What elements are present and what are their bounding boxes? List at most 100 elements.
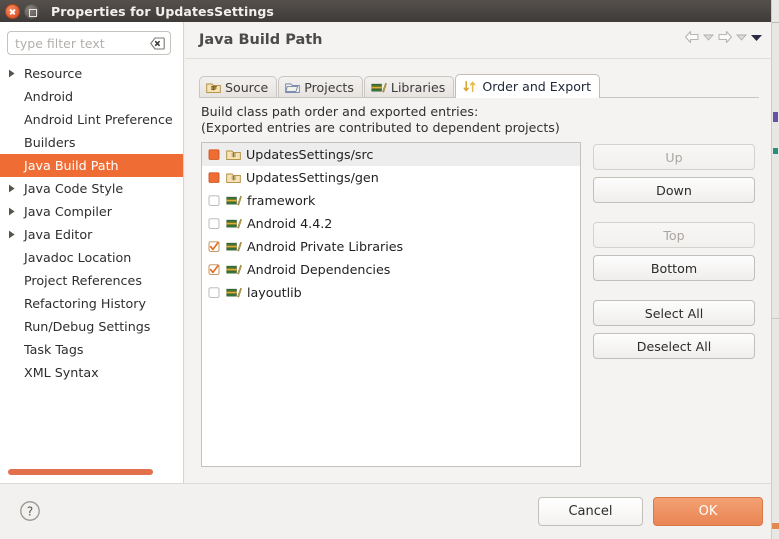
search-input[interactable]: type filter text (7, 31, 171, 55)
sidebar-item-label: XML Syntax (24, 365, 99, 380)
tab-projects[interactable]: Projects (278, 76, 363, 98)
forward-arrow-icon[interactable] (717, 30, 733, 44)
back-menu-chevron-down-icon[interactable] (702, 33, 715, 41)
dialog-actions: Cancel OK (538, 497, 763, 526)
order-buttons: Up Down Top Bottom Select All Deselect A… (593, 144, 755, 359)
checkbox-filled[interactable] (208, 171, 221, 184)
sidebar-item-label: Javadoc Location (24, 250, 132, 265)
sidebar-item-javadoc-location[interactable]: Javadoc Location (0, 246, 183, 269)
tab-source[interactable]: Source (199, 76, 278, 98)
close-icon[interactable] (5, 3, 20, 19)
checkbox-unchecked[interactable] (208, 194, 221, 207)
list-item[interactable]: UpdatesSettings/src (202, 143, 580, 166)
tab-order-and-export[interactable]: Order and Export (455, 74, 601, 98)
cancel-button[interactable]: Cancel (538, 497, 643, 526)
properties-dialog: Properties for UpdatesSettings type filt… (0, 0, 779, 539)
list-item-label: UpdatesSettings/src (246, 147, 374, 162)
sidebar-item-label: Java Editor (24, 227, 93, 242)
maximize-icon[interactable] (24, 3, 39, 19)
sidebar-item-label: Refactoring History (24, 296, 147, 311)
library-icon (226, 286, 242, 299)
top-button[interactable]: Top (593, 222, 755, 248)
expand-arrow-icon[interactable] (8, 230, 22, 239)
ok-button[interactable]: OK (653, 497, 763, 526)
checkbox-unchecked[interactable] (208, 286, 221, 299)
page-menu-chevron-down-icon[interactable] (750, 33, 763, 42)
expand-arrow-icon[interactable] (8, 207, 22, 216)
sidebar-item-java-compiler[interactable]: Java Compiler (0, 200, 183, 223)
sidebar-item-builders[interactable]: Builders (0, 131, 183, 154)
header-divider (185, 58, 771, 59)
sidebar-item-label: Android (24, 89, 74, 104)
build-path-description: Build class path order and exported entr… (201, 104, 560, 136)
description-line-1: Build class path order and exported entr… (201, 104, 479, 119)
help-icon[interactable]: ? (19, 500, 41, 522)
filter-input-wrap[interactable]: type filter text (7, 31, 171, 55)
sidebar-item-resource[interactable]: Resource (0, 62, 183, 85)
deselect-all-button[interactable]: Deselect All (593, 333, 755, 359)
checkbox-filled[interactable] (208, 148, 221, 161)
sidebar-item-java-code-style[interactable]: Java Code Style (0, 177, 183, 200)
order-export-icon (462, 80, 478, 93)
sidebar-item-java-build-path[interactable]: Java Build Path (0, 154, 183, 177)
sidebar-item-label: Task Tags (24, 342, 84, 357)
checkbox-checked[interactable] (208, 263, 221, 276)
sidebar-item-android-lint-preference[interactable]: Android Lint Preference (0, 108, 183, 131)
tab-libraries[interactable]: Libraries (363, 76, 455, 98)
settings-sidebar: type filter text Resource Android Androi… (0, 22, 184, 483)
clear-icon[interactable] (150, 36, 165, 50)
sidebar-item-project-references[interactable]: Project References (0, 269, 183, 292)
svg-text:?: ? (27, 504, 33, 518)
build-path-tabs: Source Projects Libraries Order and Expo… (199, 74, 759, 98)
page-header: Java Build Path (185, 22, 771, 58)
library-icon (226, 217, 242, 230)
sidebar-item-run-debug-settings[interactable]: Run/Debug Settings (0, 315, 183, 338)
bottom-button[interactable]: Bottom (593, 255, 755, 281)
tab-label: Source (225, 80, 269, 95)
sidebar-item-label: Java Compiler (24, 204, 112, 219)
title-bar: Properties for UpdatesSettings (0, 0, 771, 22)
page-title: Java Build Path (199, 32, 323, 48)
sidebar-item-label: Project References (24, 273, 142, 288)
settings-tree: Resource Android Android Lint Preference… (0, 62, 183, 467)
sidebar-hscrollbar-track[interactable] (0, 469, 184, 479)
sidebar-hscrollbar-thumb[interactable] (8, 469, 153, 475)
source-folder-icon (226, 171, 241, 184)
up-button[interactable]: Up (593, 144, 755, 170)
list-item-label: layoutlib (247, 285, 302, 300)
library-icon (226, 240, 242, 253)
list-item[interactable]: UpdatesSettings/gen (202, 166, 580, 189)
forward-menu-chevron-down-icon[interactable] (735, 33, 748, 41)
down-button[interactable]: Down (593, 177, 755, 203)
window-title: Properties for UpdatesSettings (51, 3, 274, 19)
expand-arrow-icon[interactable] (8, 184, 22, 193)
page-content: Java Build Path Source Projects Librarie… (185, 22, 771, 483)
back-arrow-icon[interactable] (684, 30, 700, 44)
list-item[interactable]: layoutlib (202, 281, 580, 304)
list-item[interactable]: Android Dependencies (202, 258, 580, 281)
expand-arrow-icon[interactable] (8, 69, 22, 78)
sidebar-item-task-tags[interactable]: Task Tags (0, 338, 183, 361)
sidebar-item-java-editor[interactable]: Java Editor (0, 223, 183, 246)
sidebar-item-android[interactable]: Android (0, 85, 183, 108)
source-folder-icon (206, 81, 221, 94)
sidebar-item-label: Resource (24, 66, 83, 81)
list-item[interactable]: framework (202, 189, 580, 212)
sidebar-item-label: Run/Debug Settings (24, 319, 151, 334)
sidebar-item-xml-syntax[interactable]: XML Syntax (0, 361, 183, 384)
list-item-label: Android Private Libraries (247, 239, 404, 254)
source-folder-icon (226, 148, 241, 161)
tab-label: Order and Export (482, 79, 592, 94)
page-navigation (684, 30, 763, 44)
list-item-label: UpdatesSettings/gen (246, 170, 379, 185)
search-placeholder: type filter text (15, 35, 105, 51)
checkbox-unchecked[interactable] (208, 217, 221, 230)
sidebar-item-label: Builders (24, 135, 76, 150)
list-item[interactable]: Android Private Libraries (202, 235, 580, 258)
sidebar-item-refactoring-history[interactable]: Refactoring History (0, 292, 183, 315)
background-window-strip (771, 0, 779, 539)
checkbox-checked[interactable] (208, 240, 221, 253)
select-all-button[interactable]: Select All (593, 300, 755, 326)
classpath-entries-list[interactable]: UpdatesSettings/src UpdatesSettings/gen (201, 142, 581, 467)
list-item[interactable]: Android 4.4.2 (202, 212, 580, 235)
